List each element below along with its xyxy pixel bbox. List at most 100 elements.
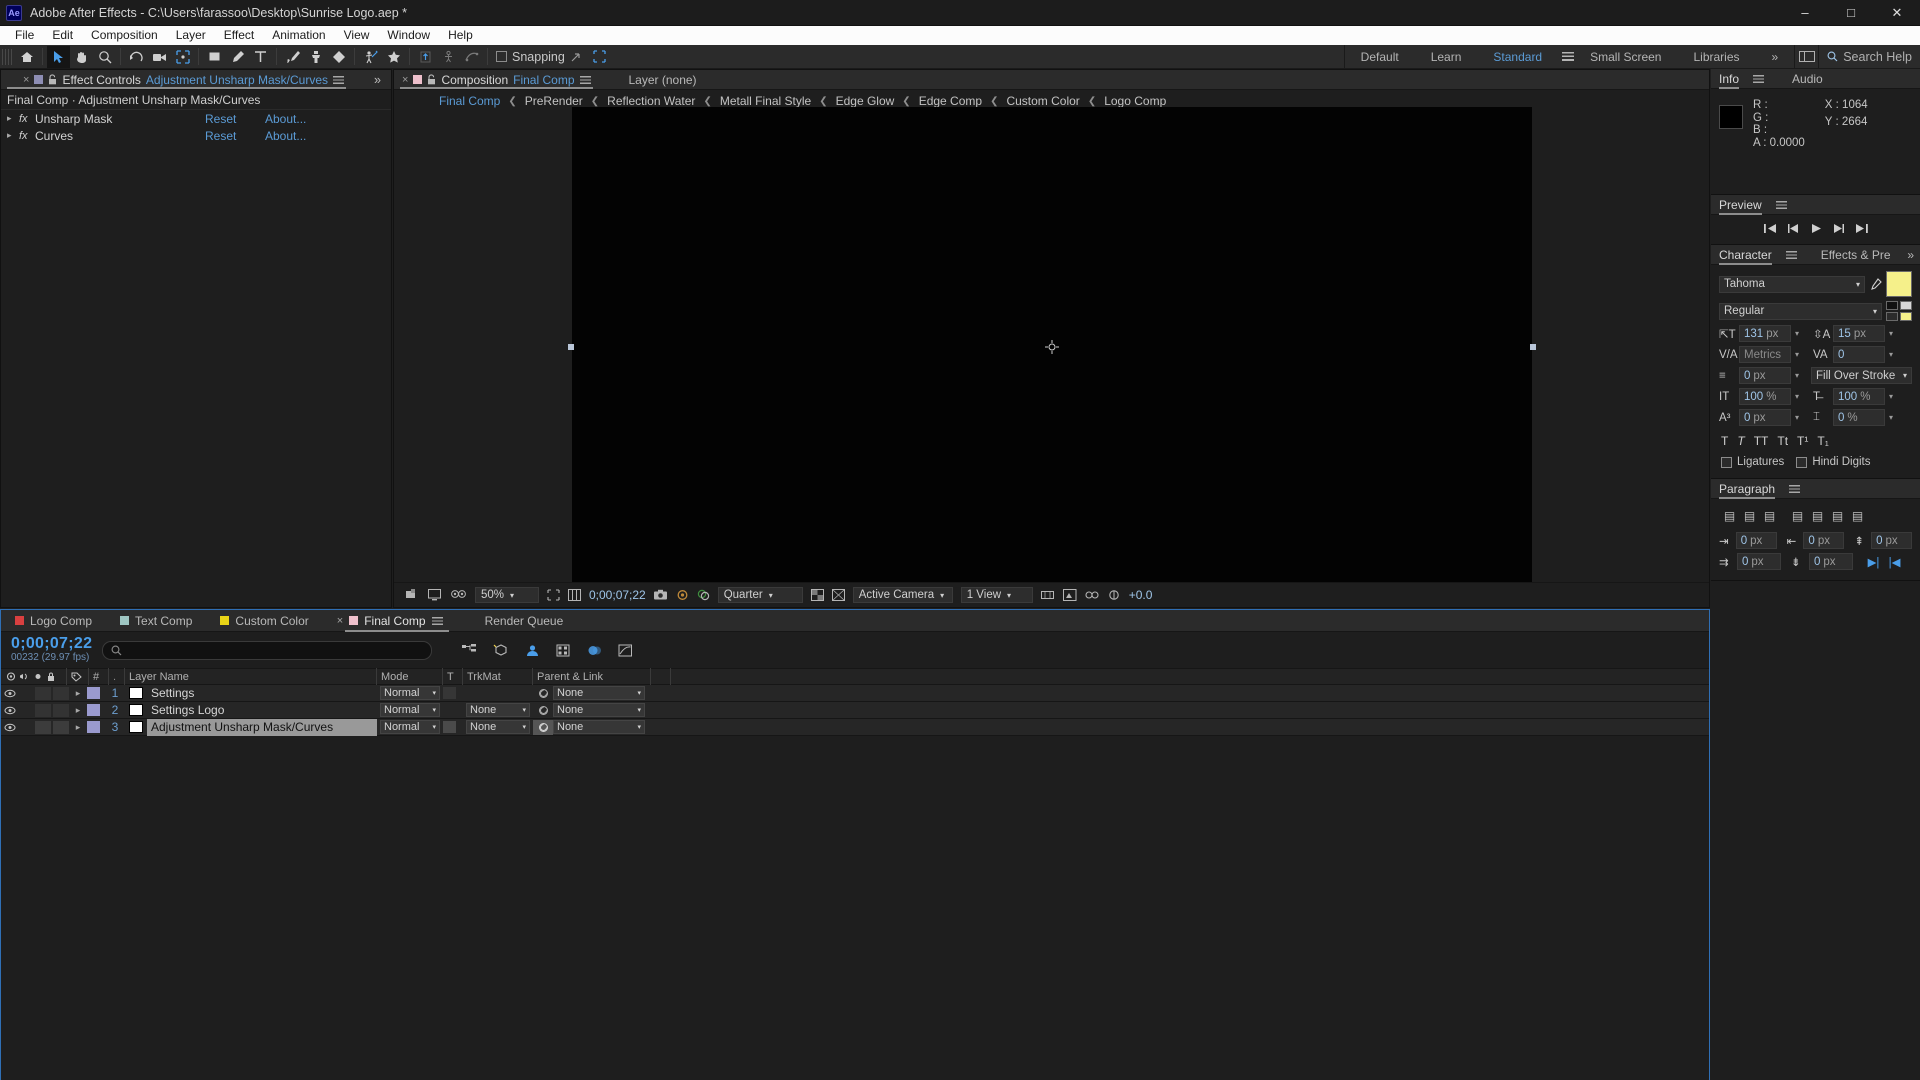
table-row[interactable]: ▸ 2 Settings Logo Normal ▾ None ▾ None ▾ xyxy=(1,702,1709,719)
ligatures-checkbox[interactable] xyxy=(1721,456,1732,468)
views-select[interactable]: 1 View ▾ xyxy=(960,587,1033,603)
frame-blending-icon[interactable] xyxy=(556,644,571,657)
tab-render-queue[interactable]: Render Queue xyxy=(457,610,578,632)
panel-menu-icon[interactable] xyxy=(1785,250,1797,259)
layer-visibility-toggle[interactable] xyxy=(1,687,19,699)
layer-parent-select[interactable]: None ▾ xyxy=(553,702,649,719)
snapping-checkbox[interactable] xyxy=(496,51,507,62)
menu-help[interactable]: Help xyxy=(439,26,482,45)
magnification-select[interactable]: 50% ▾ xyxy=(475,587,539,603)
indent-left-field[interactable]: 0 px xyxy=(1735,532,1777,549)
brush-tool-icon[interactable] xyxy=(281,46,304,68)
justify-last-center-icon[interactable]: ▤ xyxy=(1809,508,1826,523)
layer-t-switch[interactable] xyxy=(443,685,463,702)
table-row[interactable]: ▸ 1 Settings Normal ▾ None ▾ xyxy=(1,685,1709,702)
fast-previews-icon[interactable] xyxy=(450,589,467,601)
camera-tool-icon[interactable] xyxy=(148,46,171,68)
pen-tool-icon[interactable] xyxy=(226,46,249,68)
justify-last-right-icon[interactable]: ▤ xyxy=(1829,508,1846,523)
layer-name[interactable]: Settings Logo xyxy=(147,702,377,719)
chevron-down-icon[interactable]: ▾ xyxy=(1795,413,1799,422)
workspace-menu-icon[interactable] xyxy=(1562,52,1575,61)
layer-expand-twisty[interactable]: ▸ xyxy=(69,685,87,702)
chevron-down-icon[interactable]: ▾ xyxy=(1889,329,1893,338)
zoom-tool-icon[interactable] xyxy=(93,46,116,68)
justify-last-left-icon[interactable]: ▤ xyxy=(1789,508,1806,523)
kerning-field[interactable]: Metrics xyxy=(1739,346,1791,363)
chevron-down-icon[interactable]: ▾ xyxy=(1795,329,1799,338)
fill-color-swatch[interactable] xyxy=(1886,271,1912,297)
layer-parent-select[interactable]: None ▾ xyxy=(553,685,649,702)
layer-solo-toggle[interactable] xyxy=(35,720,51,734)
exposure-value[interactable]: +0.0 xyxy=(1129,588,1153,602)
lock-icon[interactable] xyxy=(427,74,436,85)
puppet-starch-icon[interactable] xyxy=(437,46,460,68)
selection-handle-right[interactable] xyxy=(1529,343,1536,350)
effect-about-link[interactable]: About... xyxy=(265,129,325,143)
tab-preview[interactable]: Preview xyxy=(1719,195,1762,215)
small-caps-button[interactable]: Tt xyxy=(1777,434,1788,448)
layer-parent-pickwhip[interactable] xyxy=(533,702,553,719)
align-center-icon[interactable]: ▤ xyxy=(1741,508,1758,523)
menu-view[interactable]: View xyxy=(335,26,379,45)
chevron-down-icon[interactable]: ▾ xyxy=(1889,350,1893,359)
layer-trkmat-select[interactable]: None ▾ xyxy=(463,702,533,719)
play-icon[interactable] xyxy=(1810,223,1822,234)
leading-field[interactable]: 15 px xyxy=(1833,325,1886,342)
indent-right-field[interactable]: 0 px xyxy=(1803,532,1845,549)
align-right-icon[interactable]: ▤ xyxy=(1761,508,1778,523)
menu-effect[interactable]: Effect xyxy=(215,26,263,45)
motion-blur-icon[interactable] xyxy=(587,644,602,657)
tab-effect-controls[interactable]: × Effect Controls Adjustment Unsharp Mas… xyxy=(1,70,352,89)
chevron-right-icon[interactable]: ▸ xyxy=(7,130,19,141)
timeline-search-input[interactable] xyxy=(102,640,433,660)
subscript-button[interactable]: T₁ xyxy=(1817,434,1828,448)
align-up-icon[interactable] xyxy=(414,46,437,68)
tracking-field[interactable]: 0 xyxy=(1833,346,1886,363)
chevron-down-icon[interactable]: ▾ xyxy=(769,591,773,600)
composition-mini-flowchart-icon[interactable] xyxy=(462,643,477,657)
panel-menu-icon[interactable] xyxy=(579,75,591,84)
fast-preview-icon[interactable] xyxy=(1062,589,1077,601)
menu-composition[interactable]: Composition xyxy=(82,26,167,45)
panel-menu-icon[interactable] xyxy=(1789,484,1801,493)
default-colors-icon[interactable] xyxy=(1886,312,1898,321)
indent-first-field[interactable]: 0 px xyxy=(1737,553,1781,570)
breadcrumb-final-comp[interactable]: Final Comp xyxy=(434,94,505,108)
layer-label-swatch[interactable] xyxy=(87,685,105,702)
justify-all-icon[interactable]: ▤ xyxy=(1849,508,1866,523)
effect-row-unsharp-mask[interactable]: ▸ fx Unsharp Mask Reset About... xyxy=(1,110,391,127)
next-frame-icon[interactable] xyxy=(1832,223,1845,234)
grid-guides-icon[interactable] xyxy=(568,589,581,601)
tab-character[interactable]: Character xyxy=(1719,245,1772,265)
chevron-down-icon[interactable]: ▾ xyxy=(1795,371,1799,380)
tab-final-comp[interactable]: × Final Comp xyxy=(323,610,457,632)
character-overflow[interactable]: » xyxy=(1907,248,1920,262)
tab-audio[interactable]: Audio xyxy=(1792,72,1823,86)
chevron-down-icon[interactable]: ▾ xyxy=(940,591,944,600)
layer-t-switch[interactable] xyxy=(443,719,463,736)
effect-controls-overflow[interactable]: » xyxy=(374,73,381,87)
close-icon[interactable]: × xyxy=(337,615,343,627)
selection-tool-icon[interactable] xyxy=(47,45,70,68)
text-direction-ltr-icon[interactable]: ▶| xyxy=(1865,554,1882,569)
hindi-digits-checkbox[interactable] xyxy=(1796,456,1808,468)
stroke-width-field[interactable]: 0 px xyxy=(1739,367,1791,384)
align-left-icon[interactable]: ▤ xyxy=(1721,508,1738,523)
pan-behind-tool-icon[interactable] xyxy=(171,46,194,68)
effect-about-link[interactable]: About... xyxy=(265,112,325,126)
effect-reset-link[interactable]: Reset xyxy=(205,112,265,126)
layer-mode-select[interactable]: Normal ▾ xyxy=(377,685,443,702)
font-size-field[interactable]: 131 px xyxy=(1739,325,1791,342)
chevron-down-icon[interactable]: ▾ xyxy=(1007,591,1011,600)
composition-canvas[interactable] xyxy=(567,106,1536,587)
stroke-mode-select[interactable]: Fill Over Stroke ▾ xyxy=(1811,367,1912,384)
workspace-learn[interactable]: Learn xyxy=(1415,50,1478,64)
chevron-down-icon[interactable]: ▾ xyxy=(1795,392,1799,401)
chevron-down-icon[interactable]: ▾ xyxy=(1795,350,1799,359)
text-direction-rtl-icon[interactable]: |◀ xyxy=(1886,554,1903,569)
no-color-swatch[interactable] xyxy=(1900,301,1912,310)
effect-reset-link[interactable]: Reset xyxy=(205,129,265,143)
exposure-icon[interactable] xyxy=(1107,589,1121,601)
always-preview-icon[interactable] xyxy=(406,589,420,601)
